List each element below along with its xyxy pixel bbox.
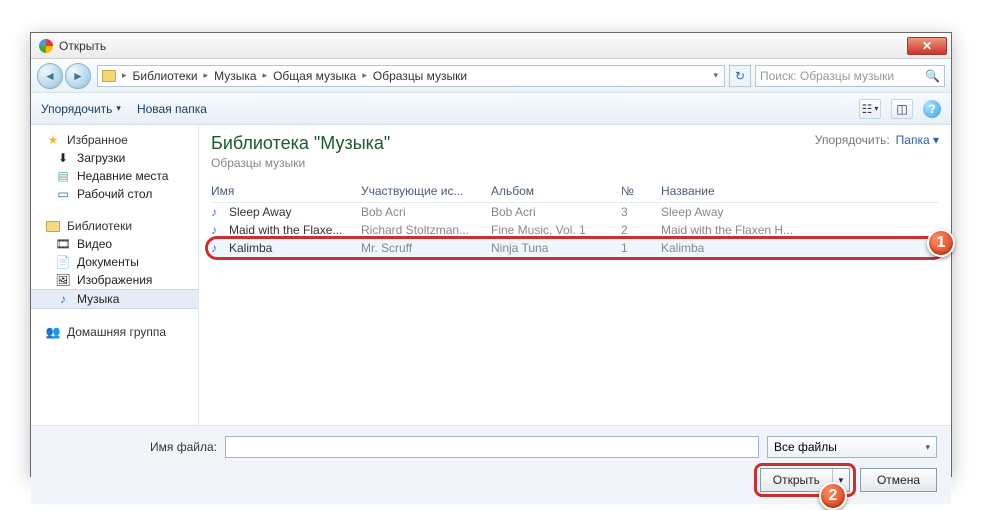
- toolbar: Упорядочить ▾ Новая папка ☷ ▾ ◫ ?: [31, 93, 951, 125]
- sidebar-item-videos[interactable]: 🎞Видео: [31, 235, 198, 253]
- chevron-right-icon: ▸: [202, 70, 211, 81]
- col-album[interactable]: Альбом: [491, 184, 621, 198]
- folder-icon: [102, 70, 116, 82]
- star-icon: ★: [45, 133, 61, 147]
- file-row-selected[interactable]: ♪Kalimba Mr. Scruff Ninja Tuna 1 Kalimba: [211, 239, 939, 257]
- bottom-panel: Имя файла: Все файлы▾ Открыть ▾ Отмена 2: [31, 425, 951, 504]
- sidebar-item-downloads[interactable]: ⬇Загрузки: [31, 149, 198, 167]
- breadcrumb-seg[interactable]: Музыка: [212, 68, 258, 84]
- nav-row: ◄ ► ▸ Библиотеки ▸ Музыка ▸ Общая музыка…: [31, 59, 951, 93]
- chrome-icon: [39, 39, 53, 53]
- library-subtitle: Образцы музыки: [211, 156, 390, 170]
- chevron-right-icon: ▸: [261, 70, 270, 81]
- close-button[interactable]: ✕: [907, 37, 947, 55]
- document-icon: 📄: [55, 255, 71, 269]
- recent-icon: ▤: [55, 169, 71, 183]
- chevron-right-icon: ▸: [360, 70, 369, 81]
- desktop-icon: ▭: [55, 187, 71, 201]
- chevron-down-icon[interactable]: ▾: [711, 70, 720, 81]
- col-title[interactable]: Название: [661, 184, 939, 198]
- sidebar: ★Избранное ⬇Загрузки ▤Недавние места ▭Ра…: [31, 125, 199, 425]
- search-placeholder: Поиск: Образцы музыки: [760, 69, 894, 83]
- picture-icon: 🖼: [55, 273, 71, 287]
- file-row[interactable]: ♪Sleep Away Bob Acri Bob Acri 3 Sleep Aw…: [211, 203, 939, 221]
- open-file-dialog: Открыть ✕ ◄ ► ▸ Библиотеки ▸ Музыка ▸ Об…: [30, 32, 952, 477]
- file-row[interactable]: ♪Maid with the Flaxe... Richard Stoltzma…: [211, 221, 939, 239]
- address-bar[interactable]: ▸ Библиотеки ▸ Музыка ▸ Общая музыка ▸ О…: [97, 65, 725, 87]
- window-title: Открыть: [59, 39, 106, 53]
- organize-menu[interactable]: Упорядочить ▾: [41, 102, 121, 116]
- new-folder-button[interactable]: Новая папка: [137, 102, 207, 116]
- cancel-button[interactable]: Отмена: [860, 468, 937, 492]
- breadcrumb-seg[interactable]: Общая музыка: [271, 68, 358, 84]
- music-file-icon: ♪: [211, 241, 225, 255]
- titlebar: Открыть ✕: [31, 33, 951, 59]
- libraries-icon: [45, 219, 61, 233]
- filename-label: Имя файла:: [45, 440, 217, 454]
- col-name[interactable]: Имя: [211, 184, 361, 198]
- view-mode-button[interactable]: ☷ ▾: [859, 99, 881, 119]
- search-icon: 🔍: [925, 69, 940, 83]
- library-title: Библиотека "Музыка": [211, 133, 390, 154]
- preview-pane-button[interactable]: ◫: [891, 99, 913, 119]
- sidebar-item-recent[interactable]: ▤Недавние места: [31, 167, 198, 185]
- annotation-badge-2: 2: [819, 482, 847, 510]
- video-icon: 🎞: [55, 237, 71, 251]
- homegroup-icon: 👥: [45, 325, 61, 339]
- help-button[interactable]: ?: [923, 100, 941, 118]
- search-input[interactable]: Поиск: Образцы музыки 🔍: [755, 65, 945, 87]
- sidebar-libraries[interactable]: Библиотеки: [31, 217, 198, 235]
- back-button[interactable]: ◄: [37, 63, 63, 89]
- sidebar-item-documents[interactable]: 📄Документы: [31, 253, 198, 271]
- breadcrumb-seg[interactable]: Библиотеки: [131, 68, 200, 84]
- col-no[interactable]: №: [621, 184, 661, 198]
- breadcrumb-seg[interactable]: Образцы музыки: [371, 68, 469, 84]
- file-type-filter[interactable]: Все файлы▾: [767, 436, 937, 458]
- sidebar-homegroup[interactable]: 👥Домашняя группа: [31, 323, 198, 341]
- sidebar-favorites[interactable]: ★Избранное: [31, 131, 198, 149]
- arrange-by-link[interactable]: Папка ▾: [896, 133, 939, 147]
- download-icon: ⬇: [55, 151, 71, 165]
- file-list-area: Библиотека "Музыка" Образцы музыки Упоря…: [199, 125, 951, 425]
- music-icon: ♪: [55, 292, 71, 306]
- column-headers[interactable]: Имя Участвующие ис... Альбом № Название: [211, 184, 939, 203]
- sidebar-item-desktop[interactable]: ▭Рабочий стол: [31, 185, 198, 203]
- col-artist[interactable]: Участвующие ис...: [361, 184, 491, 198]
- arrange-by: Упорядочить: Папка ▾: [815, 133, 939, 147]
- sidebar-item-pictures[interactable]: 🖼Изображения: [31, 271, 198, 289]
- filename-input[interactable]: [225, 436, 759, 458]
- refresh-button[interactable]: ↻: [729, 65, 751, 87]
- music-file-icon: ♪: [211, 223, 225, 237]
- sidebar-item-music[interactable]: ♪Музыка: [31, 289, 198, 309]
- chevron-right-icon: ▸: [120, 70, 129, 81]
- music-file-icon: ♪: [211, 205, 225, 219]
- forward-button[interactable]: ►: [65, 63, 91, 89]
- chevron-down-icon: ▾: [925, 442, 930, 453]
- annotation-badge-1: 1: [927, 229, 955, 257]
